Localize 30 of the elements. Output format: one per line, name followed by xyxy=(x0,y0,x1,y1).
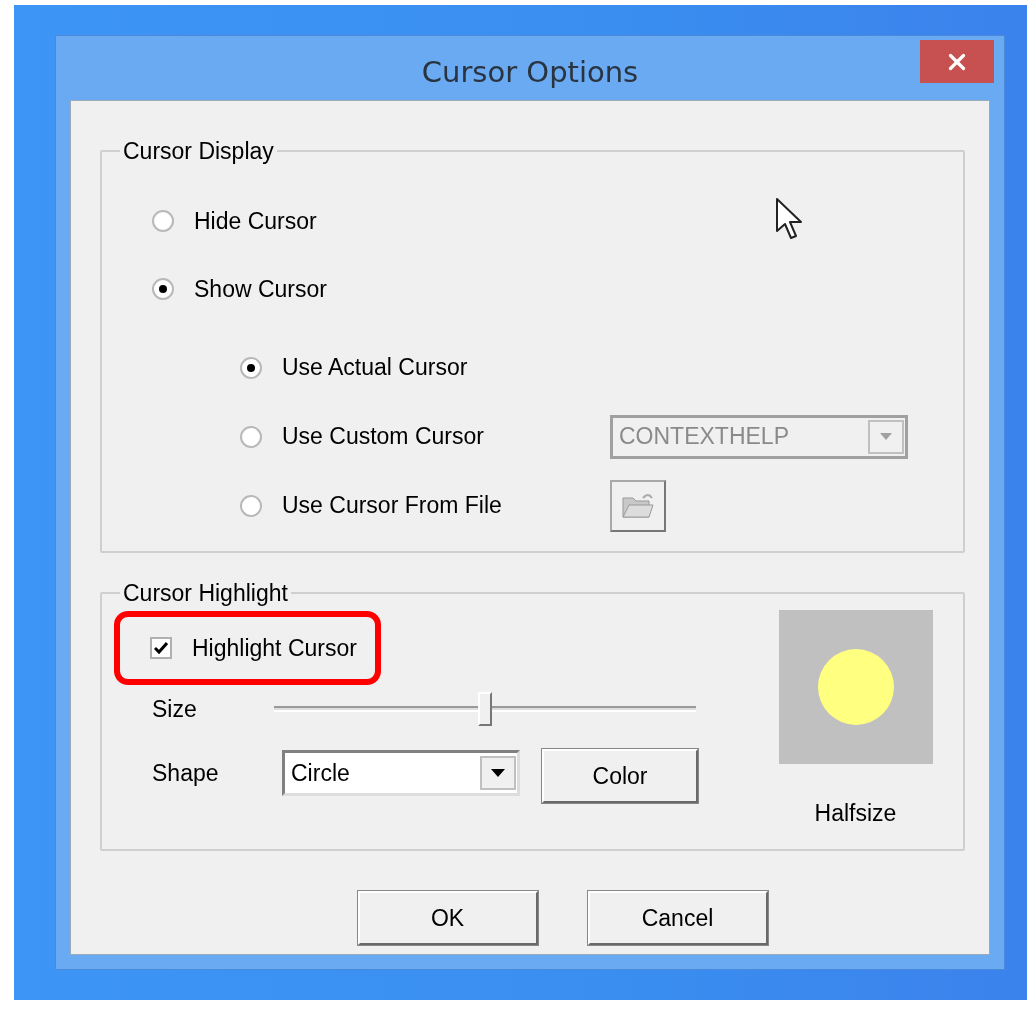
close-button[interactable] xyxy=(920,40,994,83)
radio-button[interactable] xyxy=(240,356,262,379)
radio-button[interactable] xyxy=(152,278,174,300)
color-button[interactable]: Color xyxy=(542,749,698,803)
open-file-button[interactable] xyxy=(610,479,666,532)
circle-highlight-icon xyxy=(816,648,895,726)
checkbox-label: Highlight Cursor xyxy=(192,634,357,662)
slider-thumb[interactable] xyxy=(478,692,492,726)
radio-button[interactable] xyxy=(240,494,262,517)
size-label: Size xyxy=(151,695,198,723)
dropdown-arrow-icon xyxy=(491,769,505,777)
radio-label: Use Custom Cursor xyxy=(282,423,484,450)
checkmark-icon xyxy=(154,641,168,655)
radio-label: Show Cursor xyxy=(194,275,327,303)
group-title: Cursor Highlight xyxy=(122,581,289,605)
shape-label: Shape xyxy=(151,759,220,787)
radio-label: Use Actual Cursor xyxy=(282,354,468,381)
radio-button[interactable] xyxy=(152,210,174,232)
dialog-button[interactable]: OK xyxy=(357,891,538,945)
preview-caption: Halfsize xyxy=(814,800,897,827)
folder-icon xyxy=(621,491,655,520)
group-title: Cursor Display xyxy=(122,139,275,163)
radio-button[interactable] xyxy=(240,425,262,448)
shape-dropdown[interactable]: Circle xyxy=(282,750,520,796)
radio-label: Use Cursor From File xyxy=(282,492,502,519)
dialog-button[interactable]: Cancel xyxy=(587,891,768,945)
radio-label: Hide Cursor xyxy=(194,207,317,235)
checkbox[interactable] xyxy=(150,637,172,659)
dropdown-arrow-icon xyxy=(880,433,892,440)
window-title: Cursor Options xyxy=(421,55,639,89)
